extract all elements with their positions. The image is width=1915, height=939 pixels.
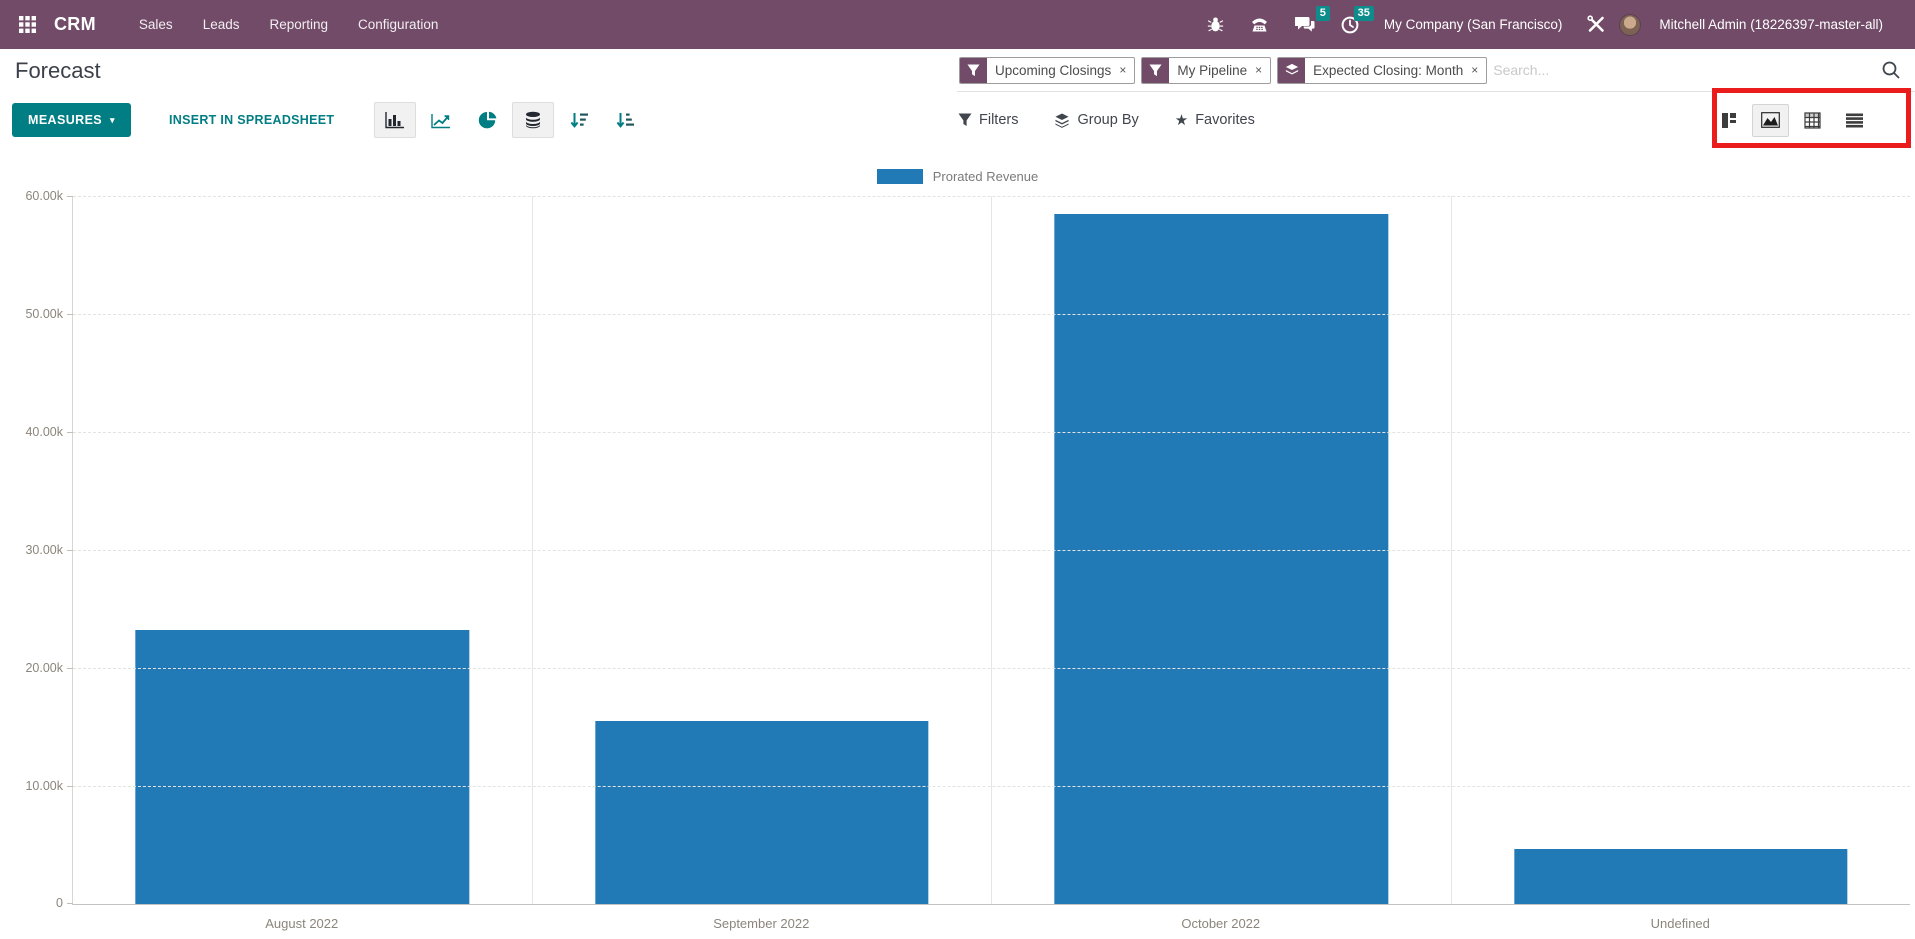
menu-item-leads[interactable]: Leads [188, 17, 255, 32]
bar-october-2022[interactable] [1055, 214, 1388, 904]
page-title: Forecast [15, 58, 101, 84]
list-view-icon[interactable] [1836, 104, 1873, 137]
gridline: 10.00k [73, 786, 1910, 787]
filter-icon [960, 58, 987, 83]
company-switcher[interactable]: My Company (San Francisco) [1372, 17, 1575, 32]
bar-undefined[interactable] [1514, 849, 1847, 904]
user-name: Mitchell Admin (18226397-master-all) [1647, 17, 1895, 32]
facet-remove-icon[interactable]: × [1119, 58, 1134, 83]
chevron-down-icon: ▾ [110, 115, 115, 126]
menu-item-reporting[interactable]: Reporting [254, 17, 343, 32]
activities-badge: 35 [1354, 6, 1374, 21]
search-icon[interactable] [1881, 60, 1901, 80]
layers-icon [1278, 58, 1305, 83]
breadcrumb-row: Forecast Upcoming Closings × My Pipeline… [0, 49, 1915, 92]
search-input[interactable] [1493, 62, 1875, 78]
facet-expected-closing[interactable]: Expected Closing: Month × [1277, 57, 1487, 84]
filter-icon [1142, 58, 1169, 83]
gridline: 40.00k [73, 432, 1910, 433]
x-axis-labels: August 2022September 2022October 2022Und… [72, 916, 1910, 931]
facet-remove-icon[interactable]: × [1255, 58, 1270, 83]
menu-item-configuration[interactable]: Configuration [343, 17, 453, 32]
plot-area: 60.00k50.00k40.00k30.00k20.00k10.00k0 [72, 196, 1910, 905]
graph-view-icon[interactable] [1752, 104, 1789, 137]
debug-bug-icon[interactable] [1194, 10, 1237, 39]
y-tick-label: 10.00k [25, 779, 63, 793]
filters-button[interactable]: Filters [958, 112, 1018, 128]
group-by-label: Group By [1077, 112, 1138, 128]
facet-label: My Pipeline [1169, 58, 1255, 83]
activities-clock-icon[interactable]: 35 [1328, 10, 1372, 40]
favorites-label: Favorites [1195, 112, 1255, 128]
measures-button[interactable]: MEASURES ▾ [12, 103, 131, 137]
filters-label: Filters [979, 112, 1018, 128]
x-axis-label: October 2022 [991, 916, 1451, 931]
pie-chart-icon[interactable] [466, 102, 508, 138]
messages-icon[interactable]: 5 [1282, 10, 1328, 39]
menu-item-sales[interactable]: Sales [124, 17, 188, 32]
tools-icon[interactable] [1574, 9, 1619, 40]
apps-grid-icon[interactable] [14, 12, 40, 38]
filter-icon [958, 113, 972, 127]
user-avatar [1619, 14, 1641, 36]
y-tick-label: 20.00k [25, 661, 63, 675]
legend-label: Prorated Revenue [933, 169, 1039, 184]
view-switcher [1710, 104, 1873, 137]
toolbar-row: MEASURES ▾ INSERT IN SPREADSHEET [0, 92, 1915, 148]
x-axis-label: September 2022 [532, 916, 992, 931]
sort-descending-icon[interactable] [558, 102, 600, 138]
gridline: 60.00k [73, 196, 1910, 197]
y-tick-label: 30.00k [25, 543, 63, 557]
insert-in-spreadsheet-button[interactable]: INSERT IN SPREADSHEET [169, 113, 334, 127]
search-bar: Upcoming Closings × My Pipeline × Expect… [957, 49, 1915, 92]
measures-label: MEASURES [28, 113, 102, 127]
x-axis-label: Undefined [1451, 916, 1911, 931]
group-by-button[interactable]: Group By [1054, 112, 1138, 128]
favorites-button[interactable]: ★ Favorites [1175, 111, 1255, 129]
bar-chart-icon[interactable] [374, 102, 416, 138]
app-name[interactable]: CRM [54, 14, 96, 35]
facet-remove-icon[interactable]: × [1471, 58, 1486, 83]
gridline: 30.00k [73, 550, 1910, 551]
stacked-icon[interactable] [512, 102, 554, 138]
line-chart-icon[interactable] [420, 102, 462, 138]
facet-label: Upcoming Closings [987, 58, 1119, 83]
user-menu[interactable]: Mitchell Admin (18226397-master-all) [1619, 14, 1897, 36]
bar-september-2022[interactable] [595, 721, 928, 904]
facet-label: Expected Closing: Month [1305, 58, 1471, 83]
sort-ascending-icon[interactable] [604, 102, 646, 138]
gridline: 50.00k [73, 314, 1910, 315]
y-tick-label: 60.00k [25, 189, 63, 203]
legend-swatch[interactable] [877, 169, 923, 184]
star-icon: ★ [1175, 111, 1188, 129]
facet-my-pipeline[interactable]: My Pipeline × [1141, 57, 1271, 84]
facet-upcoming-closings[interactable]: Upcoming Closings × [959, 57, 1135, 84]
pivot-view-icon[interactable] [1794, 104, 1831, 137]
top-navbar: CRM Sales Leads Reporting Configuration [0, 0, 1915, 49]
bar-chart: Prorated Revenue 60.00k 50.00k 40.00k 30.00… [0, 148, 1915, 939]
chart-legend: Prorated Revenue [0, 169, 1915, 184]
layers-icon [1054, 113, 1070, 128]
y-tick-label: 50.00k [25, 307, 63, 321]
y-tick-label: 0 [56, 896, 63, 910]
voip-phone-icon[interactable] [1237, 10, 1282, 39]
x-axis-label: August 2022 [72, 916, 532, 931]
y-tick-label: 40.00k [25, 425, 63, 439]
kanban-view-icon[interactable] [1710, 104, 1747, 137]
gridline: 20.00k [73, 668, 1910, 669]
bar-august-2022[interactable] [136, 630, 469, 904]
